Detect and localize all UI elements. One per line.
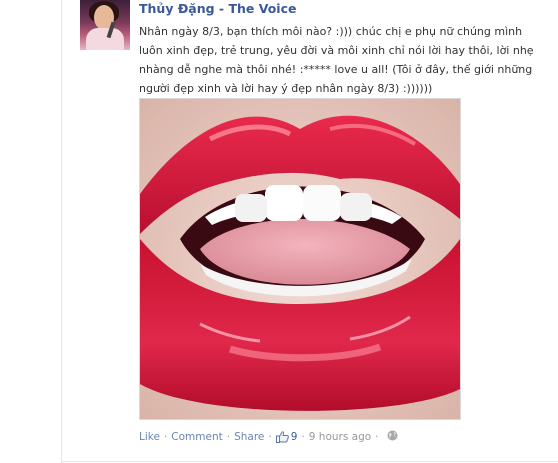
separator: · [375, 431, 379, 443]
separator: · [301, 431, 305, 443]
post-actions-bar: Like · Comment · Share · 9 · 9 hours ago… [139, 430, 398, 444]
separator: · [268, 431, 272, 443]
share-link[interactable]: Share [234, 431, 264, 443]
post-message: Nhân ngày 8/3, bạn thích môi nào? :))) c… [139, 25, 534, 95]
comment-link[interactable]: Comment [171, 431, 222, 443]
like-link[interactable]: Like [139, 431, 160, 443]
post-timestamp[interactable]: 9 hours ago [309, 431, 371, 443]
post-photo[interactable] [139, 98, 461, 420]
lips-photo-image [140, 99, 460, 419]
bottom-divider [61, 461, 558, 462]
globe-icon[interactable] [387, 430, 398, 444]
like-count-number: 9 [290, 431, 298, 443]
like-count[interactable]: 9 [275, 431, 298, 443]
author-avatar[interactable] [80, 0, 130, 50]
separator: · [163, 431, 168, 443]
thumbs-up-icon [275, 431, 289, 443]
post-author-link[interactable]: Thủy Đặng - The Voice [139, 1, 296, 16]
separator: · [226, 431, 231, 443]
left-divider [61, 0, 62, 463]
